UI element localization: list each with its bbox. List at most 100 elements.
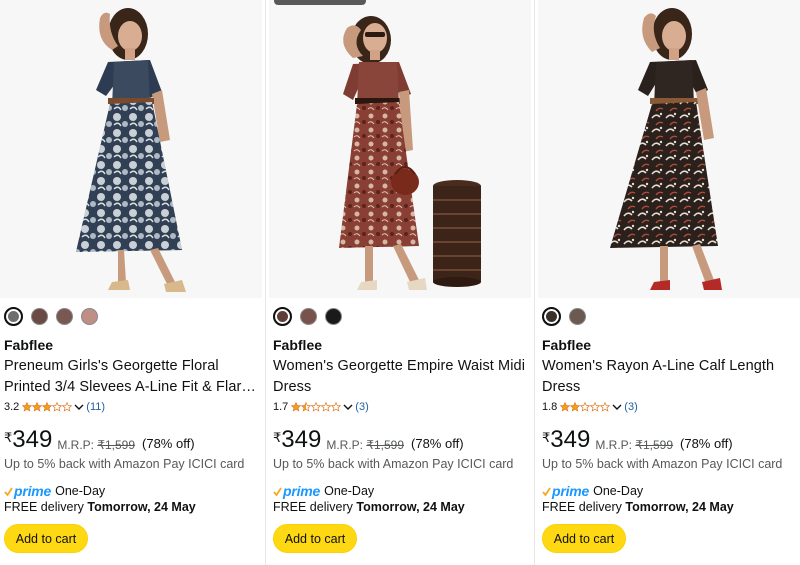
rating-row: 1.8 (3)	[542, 401, 638, 413]
star-icon	[22, 402, 33, 412]
product-title-link[interactable]: Women's Georgette Empire Waist Midi Dres…	[273, 356, 527, 398]
star-icon	[311, 402, 322, 412]
delivery-info: FREE delivery Tomorrow, 24 May	[273, 500, 465, 514]
brand-name: Fabflee	[542, 337, 592, 353]
currency-symbol: ₹	[273, 430, 282, 445]
discount: (78% off)	[411, 436, 464, 451]
color-swatch[interactable]	[31, 308, 48, 325]
prime-badge: prime One-Day	[4, 483, 105, 499]
star-icon	[570, 402, 581, 412]
delivery-info: FREE delivery Tomorrow, 24 May	[542, 500, 734, 514]
brand-name: Fabflee	[4, 337, 54, 353]
add-to-cart-button[interactable]: Add to cart	[4, 524, 88, 553]
product-image[interactable]	[538, 0, 800, 298]
color-swatches	[542, 307, 586, 326]
cashback-offer: Up to 5% back with Amazon Pay ICICI card	[273, 457, 514, 471]
prime-logo: prime	[273, 483, 320, 499]
mrp: M.R.P: ₹1,599	[326, 438, 404, 452]
mrp-label: M.R.P:	[57, 438, 94, 452]
chevron-down-icon[interactable]	[343, 403, 353, 411]
add-to-cart-button[interactable]: Add to cart	[273, 524, 357, 553]
title-line: Women's Georgette Empire Waist Midi	[273, 358, 526, 374]
price-row: ₹ 349 M.R.P: ₹1,599 (78% off)	[4, 427, 195, 453]
color-swatches	[4, 307, 98, 326]
prime-check-icon	[542, 487, 551, 496]
review-count-link[interactable]: (11)	[86, 401, 105, 413]
wooden-stool	[433, 180, 481, 287]
star-icon	[52, 402, 63, 412]
cashback-offer: Up to 5% back with Amazon Pay ICICI card	[542, 457, 783, 471]
rating-row: 3.2 (11)	[4, 401, 105, 413]
delivery-prefix: FREE delivery	[4, 500, 84, 514]
star-rating-icon[interactable]	[560, 402, 611, 412]
product-card: Fabflee Women's Georgette Empire Waist M…	[269, 0, 531, 565]
star-icon	[32, 402, 43, 412]
color-swatch[interactable]	[325, 308, 342, 325]
star-icon	[42, 402, 53, 412]
color-swatch[interactable]	[542, 307, 561, 326]
prime-check-icon	[4, 487, 13, 496]
star-icon	[560, 402, 571, 412]
delivery-prefix: FREE delivery	[542, 500, 622, 514]
star-icon	[600, 402, 611, 412]
star-rating-icon[interactable]	[291, 402, 342, 412]
chevron-down-icon[interactable]	[612, 403, 622, 411]
delivery-date: Tomorrow, 24 May	[87, 500, 196, 514]
title-line: Dress	[542, 379, 581, 395]
color-swatch[interactable]	[273, 307, 292, 326]
mrp-value: ₹1,599	[97, 438, 136, 452]
image-badge	[274, 0, 366, 5]
rating-value: 3.2	[4, 401, 20, 413]
currency-symbol: ₹	[542, 430, 551, 445]
product-image[interactable]	[269, 0, 531, 298]
mrp: M.R.P: ₹1,599	[595, 438, 673, 452]
rating-value: 1.7	[273, 401, 289, 413]
prime-suffix: One-Day	[593, 484, 644, 498]
review-count-link[interactable]: (3)	[624, 401, 637, 413]
product-title-link[interactable]: Women's Rayon A-Line Calf Length Dress	[542, 356, 796, 398]
product-card: Fabflee Preneum Girls's Georgette Floral…	[0, 0, 262, 565]
color-swatch[interactable]	[4, 307, 23, 326]
product-image[interactable]	[0, 0, 262, 298]
chevron-down-icon[interactable]	[74, 403, 84, 411]
rating-row: 1.7 (3)	[273, 401, 369, 413]
star-icon	[331, 402, 342, 412]
column-divider	[534, 0, 535, 565]
product-card: Fabflee Women's Rayon A-Line Calf Length…	[538, 0, 800, 565]
discount: (78% off)	[142, 436, 195, 451]
price[interactable]: 349	[12, 427, 52, 453]
product-title-link[interactable]: Preneum Girls's Georgette Floral Printed…	[4, 356, 258, 398]
color-swatch[interactable]	[81, 308, 98, 325]
color-swatch[interactable]	[56, 308, 73, 325]
price[interactable]: 349	[281, 427, 321, 453]
mrp-label: M.R.P:	[595, 438, 632, 452]
star-rating-icon[interactable]	[22, 402, 73, 412]
price[interactable]: 349	[550, 427, 590, 453]
delivery-date: Tomorrow, 24 May	[356, 500, 465, 514]
color-swatch[interactable]	[569, 308, 586, 325]
color-swatches	[273, 307, 342, 326]
prime-badge: prime One-Day	[542, 483, 643, 499]
mrp-value: ₹1,599	[635, 438, 674, 452]
prime-suffix: One-Day	[324, 484, 375, 498]
rating-value: 1.8	[542, 401, 558, 413]
star-icon	[580, 402, 591, 412]
prime-badge: prime One-Day	[273, 483, 374, 499]
mrp: M.R.P: ₹1,599	[57, 438, 135, 452]
prime-label: prime	[14, 483, 52, 499]
currency-symbol: ₹	[4, 430, 13, 445]
title-line: Preneum Girls's Georgette Floral	[4, 358, 219, 374]
mrp-value: ₹1,599	[366, 438, 405, 452]
title-line: Dress	[273, 379, 312, 395]
prime-logo: prime	[542, 483, 589, 499]
color-swatch[interactable]	[300, 308, 317, 325]
delivery-info: FREE delivery Tomorrow, 24 May	[4, 500, 196, 514]
model-photo-black-leaf	[538, 0, 800, 298]
prime-check-icon	[273, 487, 282, 496]
title-line: Women's Rayon A-Line Calf Length	[542, 358, 775, 374]
discount: (78% off)	[680, 436, 733, 451]
add-to-cart-button[interactable]: Add to cart	[542, 524, 626, 553]
review-count-link[interactable]: (3)	[355, 401, 368, 413]
price-row: ₹ 349 M.R.P: ₹1,599 (78% off)	[273, 427, 464, 453]
delivery-date: Tomorrow, 24 May	[625, 500, 734, 514]
